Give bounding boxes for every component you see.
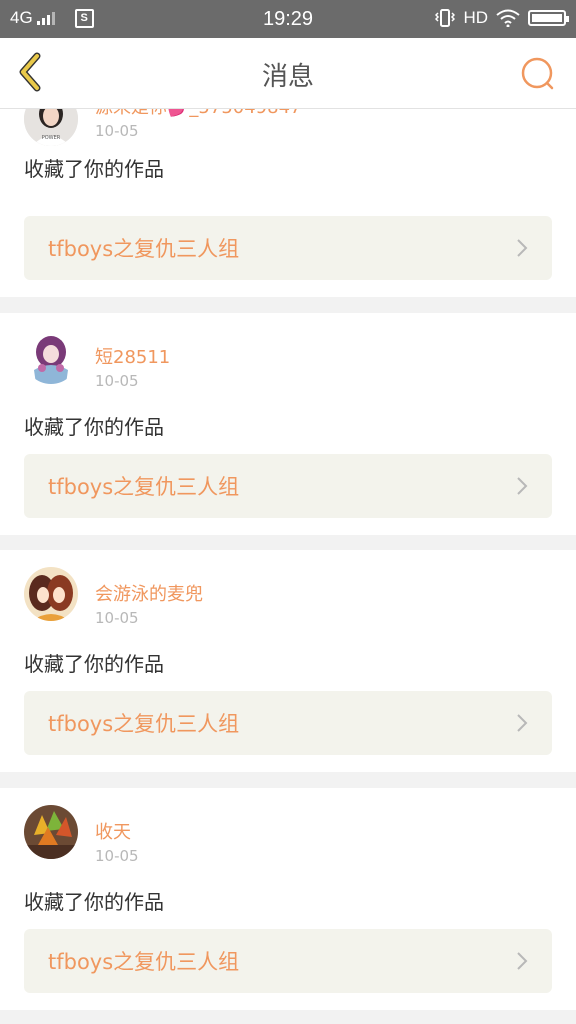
message-action: 收藏了你的作品 bbox=[24, 415, 164, 439]
work-title: tfboys之复仇三人组 bbox=[48, 950, 240, 974]
message-card: 收天 10-05 收藏了你的作品 tfboys之复仇三人组 bbox=[0, 788, 576, 1010]
message-date: 10-05 bbox=[95, 847, 139, 865]
message-card: POWER 源来是你💕_575049847 10-05 收藏了你的作品 tfbo… bbox=[0, 109, 576, 297]
avatar[interactable] bbox=[24, 567, 78, 621]
work-title: tfboys之复仇三人组 bbox=[48, 475, 240, 499]
message-action: 收藏了你的作品 bbox=[24, 157, 164, 181]
chevron-right-icon bbox=[517, 952, 528, 970]
avatar[interactable]: POWER bbox=[24, 109, 78, 146]
username[interactable]: 会游泳的麦兜 bbox=[95, 580, 203, 606]
svg-text:POWER: POWER bbox=[42, 135, 61, 141]
message-list[interactable]: POWER 源来是你💕_575049847 10-05 收藏了你的作品 tfbo… bbox=[0, 109, 576, 1024]
chevron-right-icon bbox=[517, 714, 528, 732]
message-card: 短28511 10-05 收藏了你的作品 tfboys之复仇三人组 bbox=[0, 313, 576, 535]
battery-icon bbox=[528, 10, 569, 26]
chevron-right-icon bbox=[517, 477, 528, 495]
username[interactable]: 收天 bbox=[95, 818, 131, 844]
work-title: tfboys之复仇三人组 bbox=[48, 237, 240, 261]
message-card: 会游泳的麦兜 10-05 收藏了你的作品 tfboys之复仇三人组 bbox=[0, 550, 576, 772]
avatar[interactable] bbox=[24, 330, 78, 384]
work-title: tfboys之复仇三人组 bbox=[48, 712, 240, 736]
page-title: 消息 bbox=[261, 62, 314, 92]
message-date: 10-05 bbox=[95, 609, 139, 627]
work-link[interactable]: tfboys之复仇三人组 bbox=[24, 929, 552, 993]
username[interactable]: 短28511 bbox=[95, 343, 170, 369]
message-date: 10-05 bbox=[95, 122, 139, 140]
message-date: 10-05 bbox=[95, 372, 139, 390]
work-link[interactable]: tfboys之复仇三人组 bbox=[24, 691, 552, 755]
message-action: 收藏了你的作品 bbox=[24, 890, 164, 914]
wifi-icon bbox=[496, 9, 520, 27]
message-action: 收藏了你的作品 bbox=[24, 652, 164, 676]
chevron-right-icon bbox=[517, 239, 528, 257]
work-link[interactable]: tfboys之复仇三人组 bbox=[24, 454, 552, 518]
work-link[interactable]: tfboys之复仇三人组 bbox=[24, 216, 552, 280]
nav-bar: 消息 bbox=[0, 38, 576, 109]
status-bar: 4G S 19:29 HD bbox=[0, 0, 576, 38]
search-button[interactable] bbox=[518, 54, 558, 94]
hd-label: HD bbox=[463, 8, 488, 27]
vibrate-icon bbox=[435, 9, 456, 27]
username[interactable]: 源来是你💕_575049847 bbox=[95, 109, 301, 119]
status-right: HD bbox=[435, 8, 569, 28]
avatar[interactable] bbox=[24, 805, 78, 859]
